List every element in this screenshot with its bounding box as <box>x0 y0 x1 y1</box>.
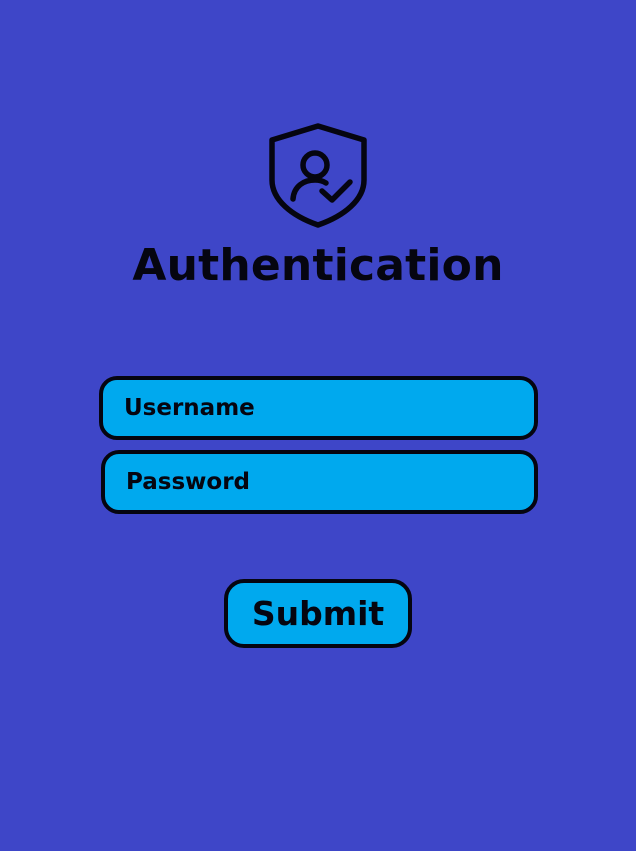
submit-button[interactable]: Submit <box>224 579 412 648</box>
shield-user-check-icon <box>268 122 368 228</box>
page-title: Authentication <box>132 240 504 291</box>
username-field[interactable] <box>99 376 538 440</box>
password-field[interactable] <box>101 450 538 514</box>
